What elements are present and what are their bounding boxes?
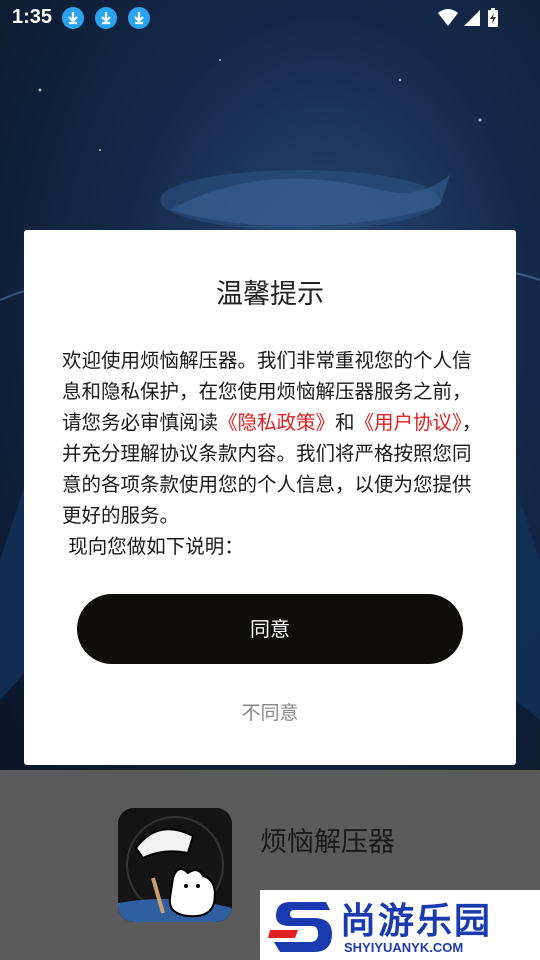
app-icon [118, 808, 232, 922]
download-icon [62, 7, 84, 29]
watermark-logo: 尚游乐园 SHYIYUANYK.COM [260, 890, 540, 960]
body-and: 和 [335, 411, 355, 434]
watermark-url: SHYIYUANYK.COM [344, 940, 464, 955]
watermark-brand-text: 尚游乐园 [340, 901, 493, 942]
system-icons [436, 7, 500, 34]
agree-button[interactable]: 同意 [77, 594, 463, 664]
app-name: 烦恼解压器 [260, 827, 395, 858]
download-icon [95, 7, 117, 29]
download-icon [128, 7, 150, 29]
signal-icon [464, 10, 480, 26]
battery-charging-icon [488, 8, 498, 27]
wifi-icon [438, 9, 458, 26]
privacy-dialog: 温馨提示 欢迎使用烦恼解压器。我们非常重视您的个人信息和隐私保护，在您使用烦恼解… [24, 230, 516, 765]
body-note: 现向您做如下说明： [68, 535, 244, 558]
dialog-title: 温馨提示 [216, 279, 324, 310]
status-time: 1:35 [12, 6, 53, 28]
dialog-body: 欢迎使用烦恼解压器。我们非常重视您的个人信息和隐私保护，在您使用烦恼解压器服务之… [62, 345, 482, 562]
status-bar: 1:35 [0, 0, 540, 36]
privacy-policy-link[interactable]: 《隐私政策》 [218, 411, 335, 434]
user-agreement-link[interactable]: 《用户协议》 [355, 411, 462, 434]
disagree-button[interactable]: 不同意 [24, 698, 516, 725]
